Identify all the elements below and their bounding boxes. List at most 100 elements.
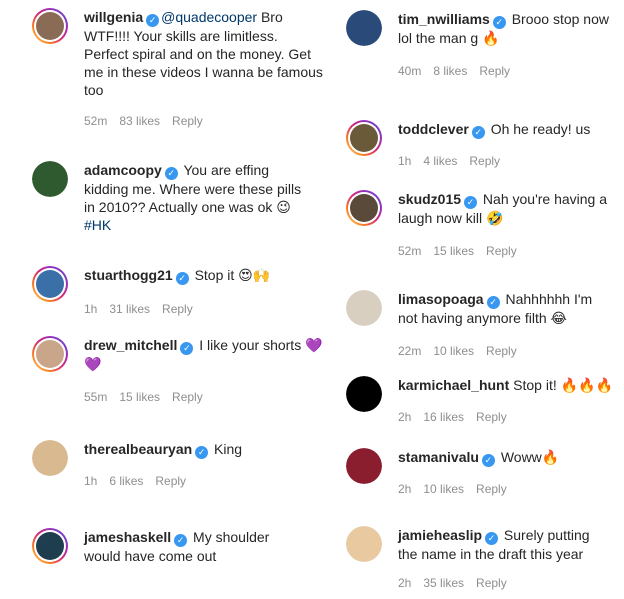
comment-meta: 2h 35 likes Reply (398, 576, 519, 590)
comment-body: jamieheaslip ✓ Surely putting the name in… (398, 526, 612, 563)
comment-time: 22m (398, 344, 422, 358)
comment-likes[interactable]: 16 likes (423, 410, 464, 424)
avatar[interactable] (346, 526, 382, 562)
reply-button[interactable]: Reply (476, 410, 507, 424)
comment-likes[interactable]: 4 likes (423, 154, 457, 168)
comment-time: 52m (398, 244, 422, 258)
reply-button[interactable]: Reply (476, 576, 507, 590)
reply-button[interactable]: Reply (155, 474, 186, 488)
avatar[interactable] (32, 528, 68, 564)
comment-meta: 55m 15 likes Reply (84, 390, 215, 404)
comment-time: 52m (84, 114, 108, 128)
comment-likes[interactable]: 15 likes (119, 390, 160, 404)
comment-time: 40m (398, 64, 422, 78)
avatar[interactable] (346, 120, 382, 156)
verified-badge-icon: ✓ (464, 196, 478, 209)
comment-meta: 2h 16 likes Reply (398, 410, 519, 424)
verified-badge-icon: ✓ (174, 534, 188, 547)
avatar[interactable] (346, 376, 382, 412)
comment-time: 2h (398, 576, 412, 590)
username[interactable]: toddclever (398, 121, 469, 137)
avatar[interactable] (32, 440, 68, 476)
comment-text: Stop it! 🔥🔥🔥 (509, 377, 613, 393)
comment-meta: 40m 8 likes Reply (398, 64, 522, 78)
username[interactable]: drew_mitchell (84, 337, 177, 353)
comment-likes[interactable]: 8 likes (433, 64, 467, 78)
verified-badge-icon: ✓ (492, 16, 506, 29)
username[interactable]: tim_nwilliams (398, 11, 490, 27)
username[interactable]: stuarthogg21 (84, 267, 173, 283)
reply-button[interactable]: Reply (162, 302, 193, 316)
comment-body: toddclever ✓ Oh he ready! us (398, 120, 616, 139)
comment-body: limasopoaga ✓ Nahhhhhh I'm not having any… (398, 290, 610, 327)
avatar[interactable] (346, 10, 382, 46)
comment-time: 1h (84, 302, 98, 316)
verified-badge-icon: ✓ (471, 126, 485, 139)
username[interactable]: therealbeauryan (84, 441, 192, 457)
avatar[interactable] (346, 190, 382, 226)
comment-likes[interactable]: 10 likes (433, 344, 474, 358)
verified-badge-icon: ✓ (180, 342, 194, 355)
avatar[interactable] (32, 161, 68, 197)
comment-likes[interactable]: 15 likes (433, 244, 474, 258)
comment-meta: 22m 10 likes Reply (398, 344, 529, 358)
verified-badge-icon: ✓ (485, 532, 499, 545)
comment-time: 55m (84, 390, 108, 404)
comment-text: Stop it 😍🙌 (190, 267, 271, 283)
comment-likes[interactable]: 10 likes (423, 482, 464, 496)
comment-likes[interactable]: 6 likes (109, 474, 143, 488)
comment-likes[interactable]: 31 likes (109, 302, 150, 316)
reply-button[interactable]: Reply (486, 344, 517, 358)
avatar[interactable] (346, 290, 382, 326)
comment-body: stuarthogg21 ✓ Stop it 😍🙌 (84, 266, 322, 285)
verified-badge-icon: ✓ (175, 272, 189, 285)
hashtag-link[interactable]: #HK (84, 217, 111, 233)
comment-time: 1h (84, 474, 98, 488)
reply-button[interactable]: Reply (172, 390, 203, 404)
comment-meta: 1h 31 likes Reply (84, 302, 205, 316)
comment-body: stamanivalu ✓ Woww🔥 (398, 448, 616, 467)
avatar[interactable] (32, 336, 68, 372)
comment-body: adamcoopy ✓ You are effing kidding me. Wh… (84, 161, 314, 234)
username[interactable]: willgenia (84, 9, 143, 25)
avatar[interactable] (32, 8, 68, 44)
mention-link[interactable]: @quadecooper (161, 9, 257, 25)
avatar[interactable] (346, 448, 382, 484)
comment-body: drew_mitchell ✓ I like your shorts 💜💜 (84, 336, 334, 373)
reply-button[interactable]: Reply (469, 154, 500, 168)
verified-badge-icon: ✓ (195, 446, 209, 459)
comment-meta: 2h 10 likes Reply (398, 482, 519, 496)
comment-meta: 52m 83 likes Reply (84, 114, 215, 128)
comment-text: Oh he ready! us (486, 121, 591, 137)
username[interactable]: jameshaskell (84, 529, 171, 545)
comment-likes[interactable]: 35 likes (423, 576, 464, 590)
username[interactable]: karmichael_hunt (398, 377, 509, 393)
username[interactable]: stamanivalu (398, 449, 479, 465)
reply-button[interactable]: Reply (486, 244, 517, 258)
comment-body: skudz015 ✓ Nah you're having a laugh now … (398, 190, 610, 227)
comment-body: therealbeauryan ✓ King (84, 440, 322, 459)
verified-badge-icon: ✓ (481, 454, 495, 467)
reply-button[interactable]: Reply (172, 114, 203, 128)
comment-meta: 1h 6 likes Reply (84, 474, 198, 488)
username[interactable]: limasopoaga (398, 291, 484, 307)
comment-time: 2h (398, 482, 412, 496)
reply-button[interactable]: Reply (476, 482, 507, 496)
comment-text: King (210, 441, 243, 457)
avatar[interactable] (32, 266, 68, 302)
comment-body: jameshaskell ✓ My shoulder would have com… (84, 528, 304, 565)
verified-badge-icon: ✓ (486, 296, 500, 309)
reply-button[interactable]: Reply (479, 64, 510, 78)
verified-badge-icon: ✓ (146, 14, 160, 27)
comment-time: 2h (398, 410, 412, 424)
comment-body: karmichael_hunt Stop it! 🔥🔥🔥 (398, 376, 616, 394)
verified-badge-icon: ✓ (164, 167, 178, 180)
comment-meta: 52m 15 likes Reply (398, 244, 529, 258)
comment-meta: 1h 4 likes Reply (398, 154, 512, 168)
comment-likes[interactable]: 83 likes (119, 114, 160, 128)
username[interactable]: skudz015 (398, 191, 461, 207)
username[interactable]: jamieheaslip (398, 527, 482, 543)
comment-body: tim_nwilliams ✓ Brooo stop now lol the ma… (398, 10, 610, 47)
comment-body: willgenia ✓ @quadecooper Bro WTF!!!! Your … (84, 8, 324, 99)
username[interactable]: adamcoopy (84, 162, 162, 178)
